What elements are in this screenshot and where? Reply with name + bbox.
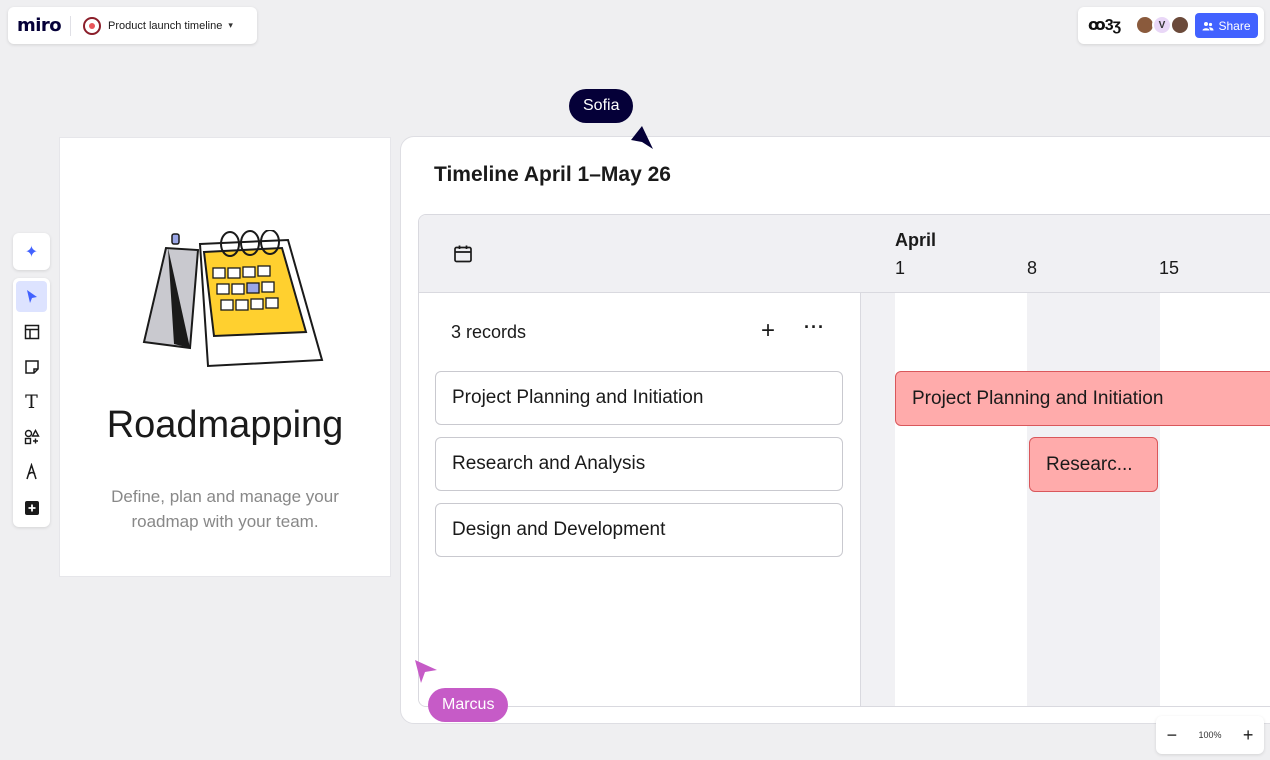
add-record-icon[interactable]: + xyxy=(761,317,775,345)
zoom-level[interactable]: 100% xyxy=(1198,730,1221,740)
zoom-control: − 100% + xyxy=(1156,716,1264,754)
add-icon xyxy=(24,500,39,515)
sparkle-icon: ✦ xyxy=(24,243,39,261)
records-list: 3 records + ··· Project Planning and Ini… xyxy=(419,293,861,706)
pen-tool[interactable] xyxy=(16,456,47,487)
cursor-icon xyxy=(631,126,653,149)
select-icon xyxy=(26,289,37,303)
ai-assist-button[interactable]: ✦ xyxy=(13,233,50,270)
record-row[interactable]: Design and Development xyxy=(435,503,843,557)
calendar-illustration-icon xyxy=(142,230,324,368)
collaboration-bar: ꝏ3ʒ V Share xyxy=(1078,7,1264,44)
board-icon xyxy=(83,16,101,35)
left-toolbar: T xyxy=(13,278,50,527)
card-title: Roadmapping xyxy=(106,404,344,446)
share-button[interactable]: Share xyxy=(1195,13,1258,38)
board-title[interactable]: Product launch timeline xyxy=(108,20,222,32)
bar-label: Researc... xyxy=(1046,453,1133,475)
pen-icon xyxy=(25,462,37,479)
collaborator-tag-sofia: Sofia xyxy=(569,89,634,123)
add-tool[interactable] xyxy=(16,492,47,523)
collaborator-name: Sofia xyxy=(583,97,620,114)
day-label: 15 xyxy=(1159,258,1180,278)
record-label: Research and Analysis xyxy=(452,453,646,474)
collaborator-tag-marcus: Marcus xyxy=(428,688,509,722)
header-divider xyxy=(70,15,71,36)
card-description: Define, plan and manage your roadmap wit… xyxy=(111,487,339,531)
people-icon xyxy=(1202,21,1214,30)
board-header: miro Product launch timeline ▾ xyxy=(8,7,257,44)
sticky-note-tool[interactable] xyxy=(16,351,47,382)
record-label: Project Planning and Initiation xyxy=(452,387,704,408)
cursor-icon xyxy=(415,660,437,683)
frame-tool[interactable] xyxy=(16,316,47,347)
week-column xyxy=(861,293,895,706)
chevron-down-icon[interactable]: ▾ xyxy=(228,20,233,31)
sticky-note-icon xyxy=(24,359,39,374)
timeline-bar[interactable]: Researc... xyxy=(1029,437,1158,492)
month-label: April xyxy=(895,230,937,250)
share-label: Share xyxy=(1218,18,1251,33)
timeline-bar[interactable]: Project Planning and Initiation xyxy=(895,371,1270,426)
zoom-in-button[interactable]: + xyxy=(1243,725,1254,746)
timeline-header: April 1 8 15 xyxy=(419,215,1270,293)
avatar[interactable]: V xyxy=(1152,15,1172,35)
timeline-title: Timeline April 1–May 26 xyxy=(434,163,671,186)
more-options-icon[interactable]: ··· xyxy=(804,317,825,338)
day-label: 8 xyxy=(1027,258,1038,278)
records-count: 3 records xyxy=(451,322,527,342)
timeline-grid[interactable]: April 1 8 15 3 records + ··· Project Pla… xyxy=(418,214,1270,707)
reactions-icon[interactable]: ꝏ3ʒ xyxy=(1088,15,1121,35)
zoom-out-button[interactable]: − xyxy=(1167,725,1178,746)
calendar-icon[interactable] xyxy=(453,244,473,264)
frame-icon xyxy=(24,324,39,339)
record-label: Design and Development xyxy=(452,519,666,540)
record-row[interactable]: Research and Analysis xyxy=(435,437,843,491)
record-row[interactable]: Project Planning and Initiation xyxy=(435,371,843,425)
week-column xyxy=(1027,293,1160,706)
day-label: 1 xyxy=(895,258,906,278)
collaborator-name: Marcus xyxy=(442,696,495,713)
select-tool[interactable] xyxy=(16,281,47,312)
miro-logo[interactable]: miro xyxy=(8,15,70,36)
bar-label: Project Planning and Initiation xyxy=(912,387,1164,409)
avatar[interactable] xyxy=(1170,15,1190,35)
